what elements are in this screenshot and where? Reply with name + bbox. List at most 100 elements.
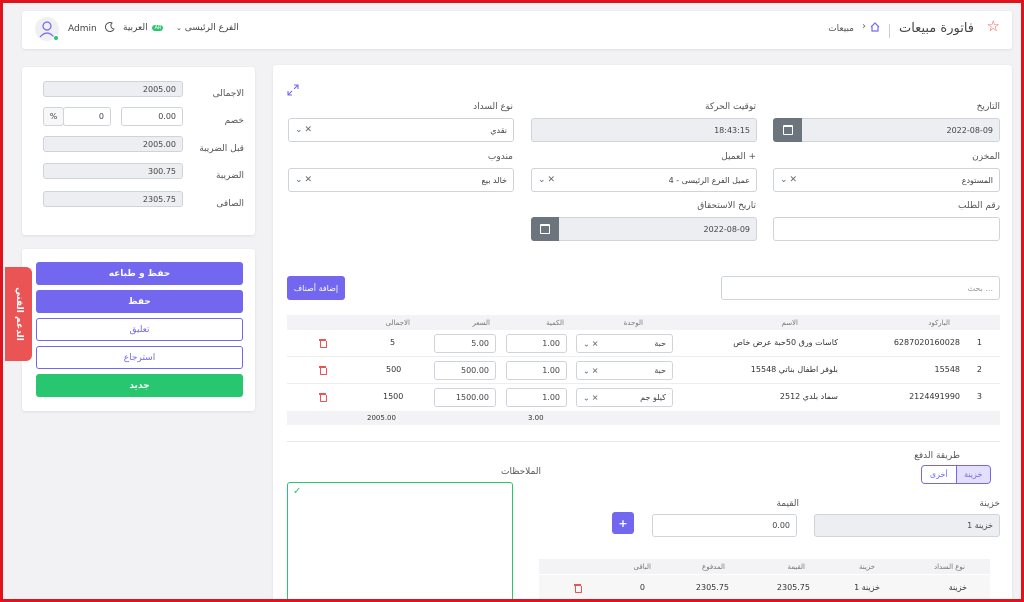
language-selector[interactable]: العربية AR [123,23,164,37]
row-index: 1 [976,338,982,347]
before-tax-label: قبل الضريبة [199,144,244,154]
delete-row-trash-icon[interactable] [319,339,327,348]
client-value: 4 - عميل الفرع الرئيسى [668,175,750,185]
row-divider [287,383,1000,384]
app-frame: ☆ فاتورة مبيعات › مبيعات Admin العربية A… [0,0,1024,602]
store-select[interactable]: ⌄✕ المستودع [773,168,1000,192]
row-price-input[interactable]: 1500.00 [434,388,496,407]
favorite-star-icon[interactable]: ☆ [987,19,1000,34]
tab-treasury[interactable]: خزينة [955,466,990,483]
date-calendar-button[interactable] [773,118,802,142]
row-qty-value: 1.00 [542,339,560,348]
date-value: 2022-08-09 [946,125,994,135]
order-no-field[interactable] [773,217,1000,241]
payment-type-select[interactable]: ⌄✕ نقدي [288,118,514,142]
row-qty-value: 1.00 [542,366,560,375]
new-button[interactable]: جديد [36,374,243,397]
chevron-down-icon: ⌄ [176,24,182,32]
select-clear-toggle-icon[interactable]: ⌄✕ [583,339,600,348]
invoice-card: التاريخ 2022-08-09 توقيت الحركة 18:43:15… [273,65,1012,599]
col-name: الاسم [781,319,798,327]
amount-label: القيمة [776,499,799,509]
rep-select[interactable]: ⌄✕ خالد بيع [288,168,514,192]
branch-label: الفرع الرئيسى [184,23,239,33]
branch-selector[interactable]: ⌄ الفرع الرئيسى [176,23,239,37]
retrieve-button[interactable]: استرجاع [36,346,243,369]
time-field[interactable]: 18:43:15 [531,118,757,142]
client-label[interactable]: العميل + [721,152,756,162]
date-field[interactable]: 2022-08-09 [773,118,1000,142]
payment-paid-cell: 2305.75 [695,583,729,592]
row-price-input[interactable]: 500.00 [434,361,496,380]
select-clear-toggle-icon[interactable]: ⌄✕ [295,125,314,135]
suspend-button[interactable]: تعليق [36,318,243,341]
row-unit-select[interactable]: ⌄✕ كيلو جم [576,388,673,407]
discount-label: خصم [224,116,244,126]
row-unit-select[interactable]: ⌄✕ حبة [576,361,673,380]
col-payment-type: نوع السداد [933,563,965,571]
dark-mode-moon-icon[interactable] [105,22,115,33]
col-value: القيمة [787,563,805,571]
select-clear-toggle-icon[interactable]: ⌄✕ [295,175,314,185]
row-name: كاسات ورق 50حبة عرض خاص [733,338,838,347]
row-qty-input[interactable]: 1.00 [506,361,567,380]
row-qty-input[interactable]: 1.00 [506,388,567,407]
item-search-input[interactable]: بحث ... [721,276,1000,300]
user-menu[interactable]: Admin [35,17,135,43]
amount-input[interactable]: 0.00 [652,514,797,537]
support-side-tab[interactable]: الدعم الفني [5,267,32,361]
add-payment-button[interactable]: + [612,512,634,534]
actions-card: حفظ و طباعه حفظ تعليق استرجاع جديد [22,249,255,411]
row-price-value: 5.00 [471,339,489,348]
due-date-field[interactable]: 2022-08-09 [531,217,757,241]
user-name: Admin [68,24,97,34]
treasury-label: خزينة [979,499,1000,509]
expand-icon[interactable] [287,84,299,96]
payment-type-label: نوع السداد [473,102,513,112]
client-select[interactable]: ⌄✕ 4 - عميل الفرع الرئيسى [531,168,757,192]
due-date-calendar-button[interactable] [531,217,559,241]
row-barcode: 2124491990 [909,392,960,401]
tab-other[interactable]: أخرى [922,466,956,483]
delete-row-trash-icon[interactable] [319,366,327,375]
discount-unit-toggle[interactable]: % [43,107,64,126]
payment-treasury-cell: خزينة 1 [854,583,880,592]
payments-table-header [539,559,990,574]
breadcrumb[interactable]: مبيعات [828,24,854,34]
notes-textarea[interactable]: ✓ [287,482,513,599]
rep-label: مندوب [487,152,513,162]
row-price-value: 1500.00 [455,393,489,402]
save-button[interactable]: حفظ [36,290,243,313]
select-clear-toggle-icon[interactable]: ⌄✕ [583,393,600,402]
treasury-value: خزينة 1 [967,521,993,530]
delete-row-trash-icon[interactable] [319,393,327,402]
payments-table: نوع السداد خزينة القيمة المدفوع الباقى خ… [539,559,990,599]
row-qty-value: 1.00 [542,393,560,402]
tax-label: الضريبة [215,171,244,181]
col-treasury: خزينة [858,563,875,571]
discount-value: 0.00 [158,112,176,121]
delete-payment-trash-icon[interactable] [574,584,582,593]
discount-amount-input[interactable]: 0 [63,107,111,126]
discount-value-input[interactable]: 0.00 [121,107,183,126]
row-unit-value: حبة [654,339,666,348]
select-clear-toggle-icon[interactable]: ⌄✕ [583,366,600,375]
select-clear-toggle-icon[interactable]: ⌄✕ [780,175,799,185]
add-items-button[interactable]: إضافة أصناف [287,276,345,300]
col-unit: الوحدة [623,319,643,327]
support-tab-label: الدعم الفني [13,287,24,341]
row-divider [287,356,1000,357]
select-clear-toggle-icon[interactable]: ⌄✕ [538,175,557,185]
row-unit-select[interactable]: ⌄✕ حبة [576,334,673,353]
row-qty-input[interactable]: 1.00 [506,334,567,353]
title-divider [889,24,890,38]
row-price-value: 500.00 [461,366,489,375]
row-total: 500 [386,365,402,374]
treasury-field[interactable]: خزينة 1 [814,514,1000,537]
home-icon[interactable] [870,22,880,32]
store-value: المستودع [961,175,993,185]
notes-label: الملاحظات [501,467,541,477]
due-date-label: تاريخ الاستحقاق [697,201,756,211]
row-price-input[interactable]: 5.00 [434,334,496,353]
save-print-button[interactable]: حفظ و طباعه [36,262,243,285]
